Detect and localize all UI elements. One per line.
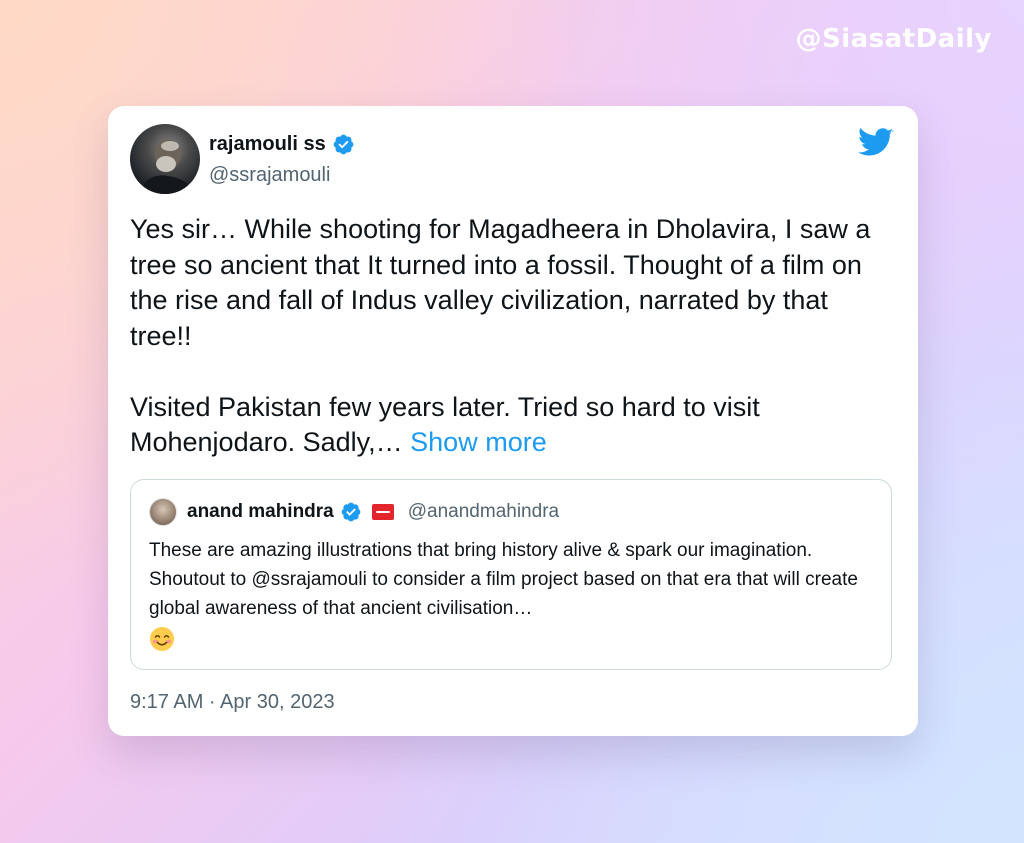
- quoted-author-name[interactable]: anand mahindra: [187, 501, 334, 523]
- quoted-tweet[interactable]: anand mahindra @anandmahindra These are …: [130, 479, 892, 670]
- tweet-card: rajamouli ss @ssrajamouli Yes sir… While…: [108, 106, 918, 736]
- tweet-body: Yes sir… While shooting for Magadheera i…: [130, 212, 890, 461]
- watermark: @SiasatDaily: [795, 24, 992, 54]
- author-avatar[interactable]: [130, 124, 200, 194]
- quoted-tweet-text: These are amazing illustrations that bri…: [149, 536, 869, 652]
- quoted-tweet-header: anand mahindra @anandmahindra: [149, 498, 559, 526]
- affiliate-logo-icon: [371, 504, 394, 520]
- author-name[interactable]: rajamouli ss: [209, 133, 326, 156]
- tweet-timestamp[interactable]: 9:17 AM · Apr 30, 2023: [130, 691, 335, 714]
- author-handle[interactable]: @ssrajamouli: [209, 164, 330, 187]
- author-name-row: rajamouli ss: [209, 133, 355, 156]
- tweet-paragraph-2: Visited Pakistan few years later. Tried …: [130, 390, 890, 461]
- quoted-author-handle[interactable]: @anandmahindra: [408, 501, 559, 523]
- tweet-paragraph-1: Yes sir… While shooting for Magadheera i…: [130, 214, 871, 351]
- twitter-bird-icon[interactable]: [858, 128, 894, 158]
- show-more-link[interactable]: Show more: [410, 427, 547, 457]
- verified-badge-icon: [332, 133, 355, 156]
- smiling-face-icon: [149, 626, 175, 652]
- quoted-author-avatar[interactable]: [149, 498, 177, 526]
- quoted-tweet-text-content: These are amazing illustrations that bri…: [149, 540, 858, 619]
- verified-badge-icon: [340, 501, 362, 523]
